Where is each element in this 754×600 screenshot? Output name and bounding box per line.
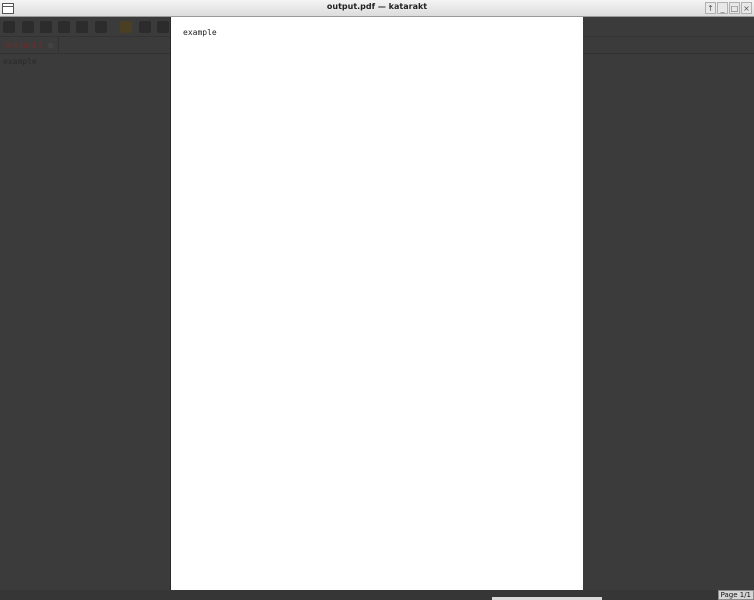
minimize-button[interactable]: _ [717, 2, 728, 14]
page-indicator: Page 1/1 [717, 590, 754, 600]
title-bar[interactable]: output.pdf — katarakt ↑ _ □ × [0, 0, 754, 17]
window-title: output.pdf — katarakt [326, 2, 428, 11]
print-icon[interactable] [76, 21, 88, 33]
shade-button[interactable]: ↑ [705, 2, 716, 14]
open-file-icon[interactable] [22, 21, 34, 33]
status-bar [0, 590, 754, 600]
undo-icon[interactable] [120, 21, 132, 33]
new-file-icon[interactable] [3, 21, 15, 33]
editor-content[interactable]: example [3, 57, 37, 66]
tab-untitled-1[interactable]: Untitled 1 ⊗ [0, 37, 59, 54]
save-icon[interactable] [40, 21, 52, 33]
save-as-icon[interactable] [58, 21, 70, 33]
maximize-button[interactable]: □ [729, 2, 740, 14]
tab-close-icon[interactable]: ⊗ [47, 41, 54, 50]
pdf-page[interactable]: example [170, 17, 583, 600]
tab-label: Untitled 1 [4, 41, 44, 50]
redo-icon[interactable] [139, 21, 151, 33]
window-controls: ↑ _ □ × [705, 2, 752, 15]
cut-icon[interactable] [157, 21, 169, 33]
close-button[interactable]: × [741, 2, 752, 14]
close-file-icon[interactable] [95, 21, 107, 33]
pdf-page-text: example [183, 28, 217, 37]
